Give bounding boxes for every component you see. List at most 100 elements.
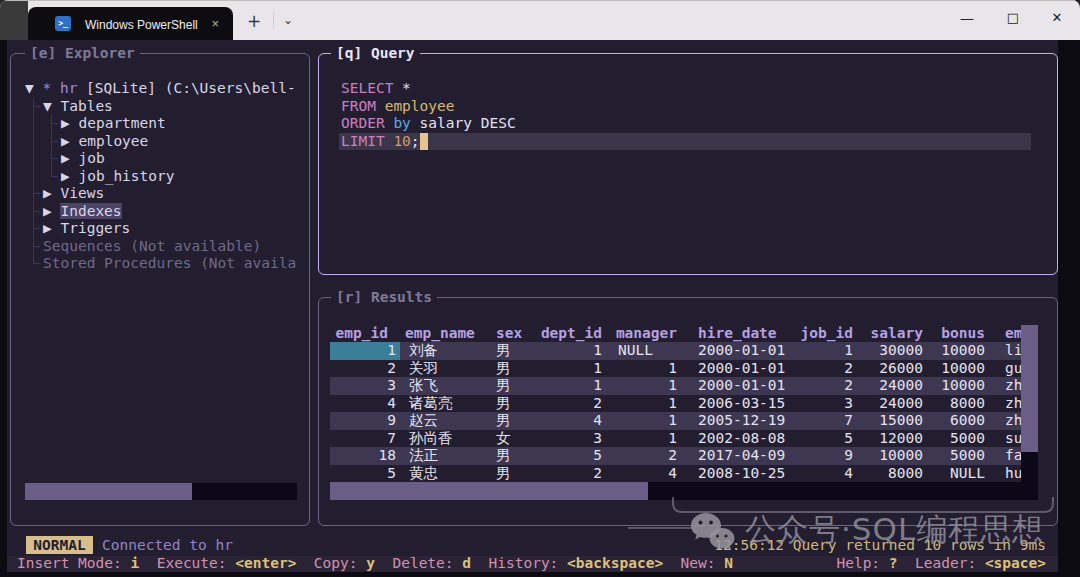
results-vertical-scrollbar[interactable] [1021, 325, 1038, 500]
table-cell[interactable]: 1 [527, 430, 677, 448]
table-cell[interactable]: 黄忠 [409, 465, 438, 483]
table-cell[interactable]: gu [1005, 360, 1022, 378]
tree-item-stored[interactable]: Stored Procedures (Not availa [43, 255, 296, 273]
tree-arrow-icon: ▶ [61, 168, 78, 184]
table-cell[interactable]: 孙尚香 [409, 430, 453, 448]
table-cell[interactable]: 1 [527, 360, 677, 378]
table-cell[interactable]: 诸葛亮 [409, 395, 453, 413]
tree-item-triggers[interactable]: ▶ Triggers [43, 220, 130, 238]
tree-guide-line [33, 106, 40, 107]
query-panel-title: [q] Query [331, 45, 420, 62]
table-cell[interactable]: 赵云 [409, 412, 438, 430]
status-query-info: 12:56:12 Query returned 10 rows in 9ms [714, 536, 1046, 554]
tree-item-tables[interactable]: ▼ Tables [43, 98, 113, 116]
table-cell[interactable]: 10000 [835, 377, 985, 395]
mode-badge: NORMAL [26, 536, 93, 554]
new-tab-button[interactable]: + [247, 11, 261, 31]
explorer-horizontal-scrollbar[interactable] [25, 483, 297, 500]
tree-item-employee[interactable]: ▶ employee [61, 133, 148, 151]
table-cell[interactable]: 8000 [835, 395, 985, 413]
table-cell[interactable]: 10000 [835, 342, 985, 360]
explorer-scrollbar-thumb[interactable] [25, 483, 192, 500]
tab-dropdown-button[interactable]: ⌄ [283, 13, 293, 27]
tree-guide-line [51, 123, 58, 124]
tree-item-department[interactable]: ▶ department [61, 115, 166, 133]
minimize-button[interactable]: — [944, 0, 990, 38]
tree-arrow-icon: ▶ [61, 133, 78, 149]
table-cell[interactable]: 张飞 [409, 377, 438, 395]
query-line: SELECT * [341, 80, 411, 98]
table-cell[interactable]: 3 [246, 377, 396, 395]
table-cell[interactable]: zh [1005, 377, 1022, 395]
tree-arrow-icon: ▶ [61, 115, 78, 131]
divider [273, 12, 274, 29]
table-cell[interactable]: 1 [246, 342, 396, 360]
table-cell[interactable]: 4 [527, 465, 677, 483]
results-hscrollbar-thumb[interactable] [330, 482, 648, 500]
help-bar: Insert Mode: i Execute: <enter> Copy: y … [7, 556, 1058, 573]
help-right: Help: ? Leader: <space> [836, 555, 1046, 573]
table-cell[interactable]: 6000 [835, 412, 985, 430]
tree-guide-line [33, 246, 40, 247]
tree-item-views[interactable]: ▶ Views [43, 185, 104, 203]
table-cell[interactable]: 2 [527, 447, 677, 465]
column-header: bonus [835, 325, 985, 343]
table-cell[interactable]: 刘备 [409, 342, 438, 360]
table-cell[interactable]: 5 [246, 465, 396, 483]
table-cell[interactable]: 1 [527, 412, 677, 430]
table-cell[interactable]: 10000 [835, 360, 985, 378]
title-bar: >_ Windows PowerShell × + ⌄ — □ ✕ [0, 0, 1080, 40]
tree-guide-line [33, 98, 34, 264]
table-cell[interactable]: su [1005, 430, 1022, 448]
table-cell[interactable]: 7 [246, 430, 396, 448]
column-header: manager [527, 325, 677, 343]
table-cell[interactable]: 2 [246, 360, 396, 378]
table-cell[interactable]: li [1005, 342, 1022, 360]
tree-item-indexes[interactable]: ▶ Indexes [43, 203, 122, 221]
table-cell[interactable]: 关羽 [409, 360, 438, 378]
table-cell[interactable]: 1 [527, 395, 677, 413]
table-cell[interactable]: 1 [527, 377, 677, 395]
tree-arrow-icon: ▶ [43, 203, 60, 219]
table-cell[interactable]: zh [1005, 412, 1022, 430]
table-cell[interactable]: 1 [452, 342, 602, 360]
table-cell[interactable]: hu [1005, 465, 1022, 483]
results-vscrollbar-thumb[interactable] [1021, 325, 1038, 452]
query-panel[interactable]: [q] Query [318, 53, 1058, 275]
table-cell[interactable]: 4 [246, 395, 396, 413]
tab-close-icon[interactable]: × [211, 16, 219, 31]
tree-guide-line [33, 263, 40, 264]
tree-arrow-icon: ▶ [43, 185, 60, 201]
table-cell[interactable]: 法正 [409, 447, 438, 465]
close-button[interactable]: ✕ [1034, 0, 1080, 38]
table-cell[interactable]: 9 [246, 412, 396, 430]
tab-title: Windows PowerShell [85, 18, 198, 32]
tree-arrow-icon: ▶ [61, 150, 78, 166]
results-panel-title: [r] Results [331, 289, 437, 306]
table-cell[interactable]: fa [1005, 447, 1022, 465]
divider [0, 0, 1080, 1]
tree-item-database[interactable]: ▼ * hr [SQLite] (C:\Users\bell- [25, 80, 296, 98]
tree-guide-line [33, 211, 40, 212]
tree-item-job[interactable]: ▶ job [61, 150, 105, 168]
tree-item-sequences[interactable]: Sequences (Not available) [43, 238, 261, 256]
maximize-button[interactable]: □ [990, 0, 1036, 38]
table-cell[interactable]: zh [1005, 395, 1022, 413]
tree-guide-line [51, 176, 58, 177]
tree-guide-line [51, 158, 58, 159]
table-cell[interactable]: 5000 [835, 430, 985, 448]
results-horizontal-scrollbar[interactable] [330, 482, 1021, 500]
table-cell[interactable]: 18 [246, 447, 396, 465]
query-current-line-highlight [339, 133, 1031, 151]
tree-arrow-icon: ▼ [43, 98, 60, 114]
status-message: Connected to hr [102, 536, 233, 554]
table-cell[interactable]: 5000 [835, 447, 985, 465]
table-cell[interactable]: NULL [618, 342, 653, 360]
terminal-tab[interactable]: >_ Windows PowerShell × [28, 7, 233, 40]
tree-arrow-icon: ▼ [25, 80, 42, 96]
table-cell[interactable]: NULL [835, 465, 985, 483]
tree-item-job_history[interactable]: ▶ job_history [61, 168, 175, 186]
screen: >_ Windows PowerShell × + ⌄ — □ ✕ [e] Ex… [0, 0, 1080, 577]
tree-guide-line [33, 228, 40, 229]
tree-guide-line [51, 141, 58, 142]
